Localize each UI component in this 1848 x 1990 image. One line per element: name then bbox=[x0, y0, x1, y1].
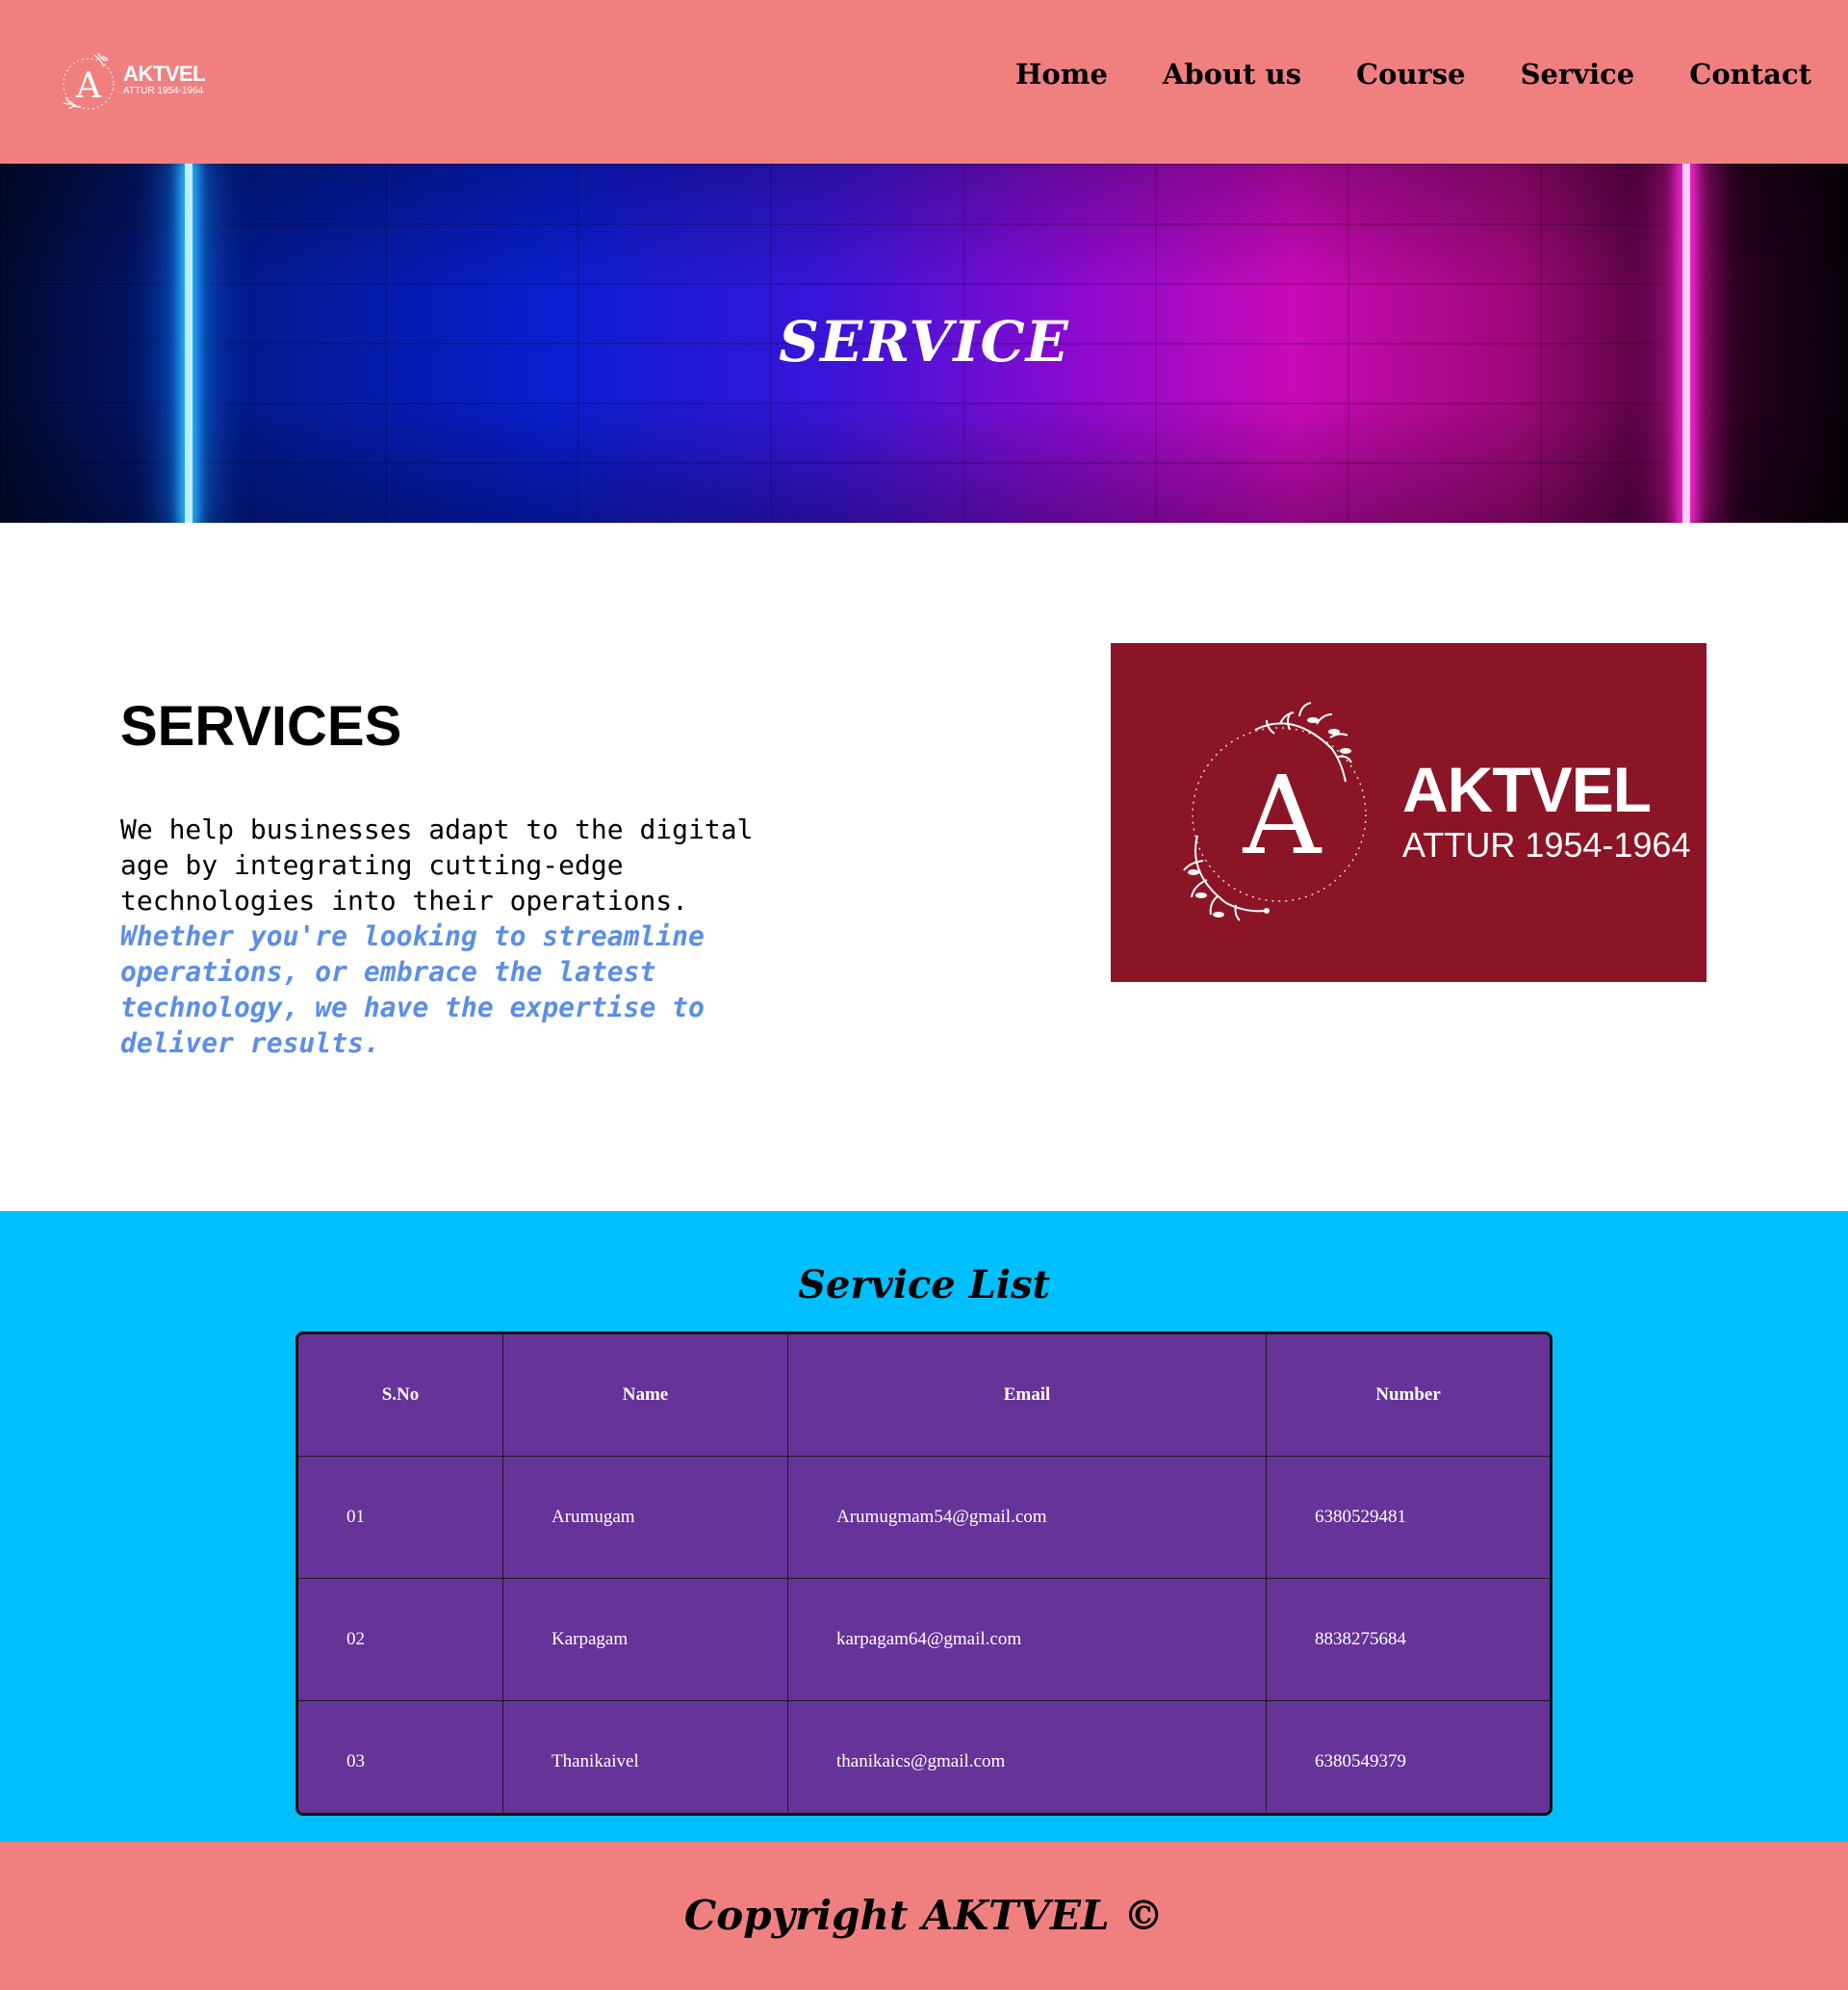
brand-subtitle: ATTUR 1954-1964 bbox=[1402, 825, 1691, 865]
site-footer: Copyright AKTVEL © bbox=[0, 1842, 1848, 1990]
column-header-number: Number bbox=[1266, 1334, 1550, 1457]
column-header-name: Name bbox=[502, 1334, 788, 1457]
logo-emblem-icon: A bbox=[60, 47, 119, 115]
hero-title: SERVICE bbox=[779, 309, 1069, 375]
site-header: A AKTVEL ATTUR 1954-1964 Home About us C… bbox=[0, 0, 1848, 164]
logo-name: AKTVEL bbox=[123, 62, 206, 86]
services-heading: SERVICES bbox=[120, 695, 402, 758]
nav-home[interactable]: Home bbox=[1015, 53, 1108, 95]
table-row: 03 Thanikaivel thanikaics@gmail.com 6380… bbox=[298, 1700, 1550, 1813]
svg-text:A: A bbox=[75, 66, 102, 106]
brand-name: AKTVEL bbox=[1402, 754, 1652, 825]
cell-sno: 02 bbox=[298, 1578, 503, 1701]
brand-card-image: A AKTVEL ATTUR 1954-1964 bbox=[1111, 643, 1707, 982]
main-nav: Home About us Course Service Contact bbox=[961, 53, 1811, 95]
nav-course[interactable]: Course bbox=[1356, 53, 1466, 95]
service-list-title: Service List bbox=[798, 1262, 1050, 1307]
column-header-email: Email bbox=[787, 1334, 1267, 1457]
service-table: S.No Name Email Number 01 Arumugam Arumu… bbox=[295, 1331, 1553, 1816]
services-description: We help businesses adapt to the digital … bbox=[120, 812, 794, 1061]
cell-email: Arumugmam54@gmail.com bbox=[787, 1456, 1267, 1579]
cell-sno: 03 bbox=[298, 1700, 503, 1813]
cell-number: 8838275684 bbox=[1266, 1578, 1550, 1701]
cell-email: karpagam64@gmail.com bbox=[787, 1578, 1267, 1701]
cell-number: 6380549379 bbox=[1266, 1700, 1550, 1813]
logo-subtitle: ATTUR 1954-1964 bbox=[123, 86, 204, 96]
services-highlight: Whether you're looking to streamline ope… bbox=[120, 920, 705, 1059]
svg-text:A: A bbox=[1243, 754, 1322, 879]
table-row: 01 Arumugam Arumugmam54@gmail.com 638052… bbox=[298, 1456, 1550, 1579]
cell-name: Karpagam bbox=[502, 1578, 788, 1701]
copyright-text: Copyright AKTVEL © bbox=[683, 1892, 1165, 1939]
cell-name: Thanikaivel bbox=[502, 1700, 788, 1813]
table-row: 02 Karpagam karpagam64@gmail.com 8838275… bbox=[298, 1578, 1550, 1701]
cell-number: 6380529481 bbox=[1266, 1456, 1550, 1579]
nav-about-us[interactable]: About us bbox=[1163, 53, 1301, 95]
services-text: We help businesses adapt to the digital … bbox=[120, 814, 754, 917]
column-header-sno: S.No bbox=[298, 1334, 503, 1457]
cell-name: Arumugam bbox=[502, 1456, 788, 1579]
logo[interactable]: A AKTVEL ATTUR 1954-1964 bbox=[60, 44, 214, 117]
nav-service[interactable]: Service bbox=[1521, 53, 1635, 95]
table-header-row: S.No Name Email Number bbox=[298, 1334, 1550, 1457]
nav-contact[interactable]: Contact bbox=[1689, 53, 1811, 95]
cell-sno: 01 bbox=[298, 1456, 503, 1579]
service-list-section: Service List S.No Name Email Number 01 A… bbox=[0, 1211, 1848, 1842]
cell-email: thanikaics@gmail.com bbox=[787, 1700, 1267, 1813]
hero-banner: SERVICE bbox=[0, 164, 1848, 523]
